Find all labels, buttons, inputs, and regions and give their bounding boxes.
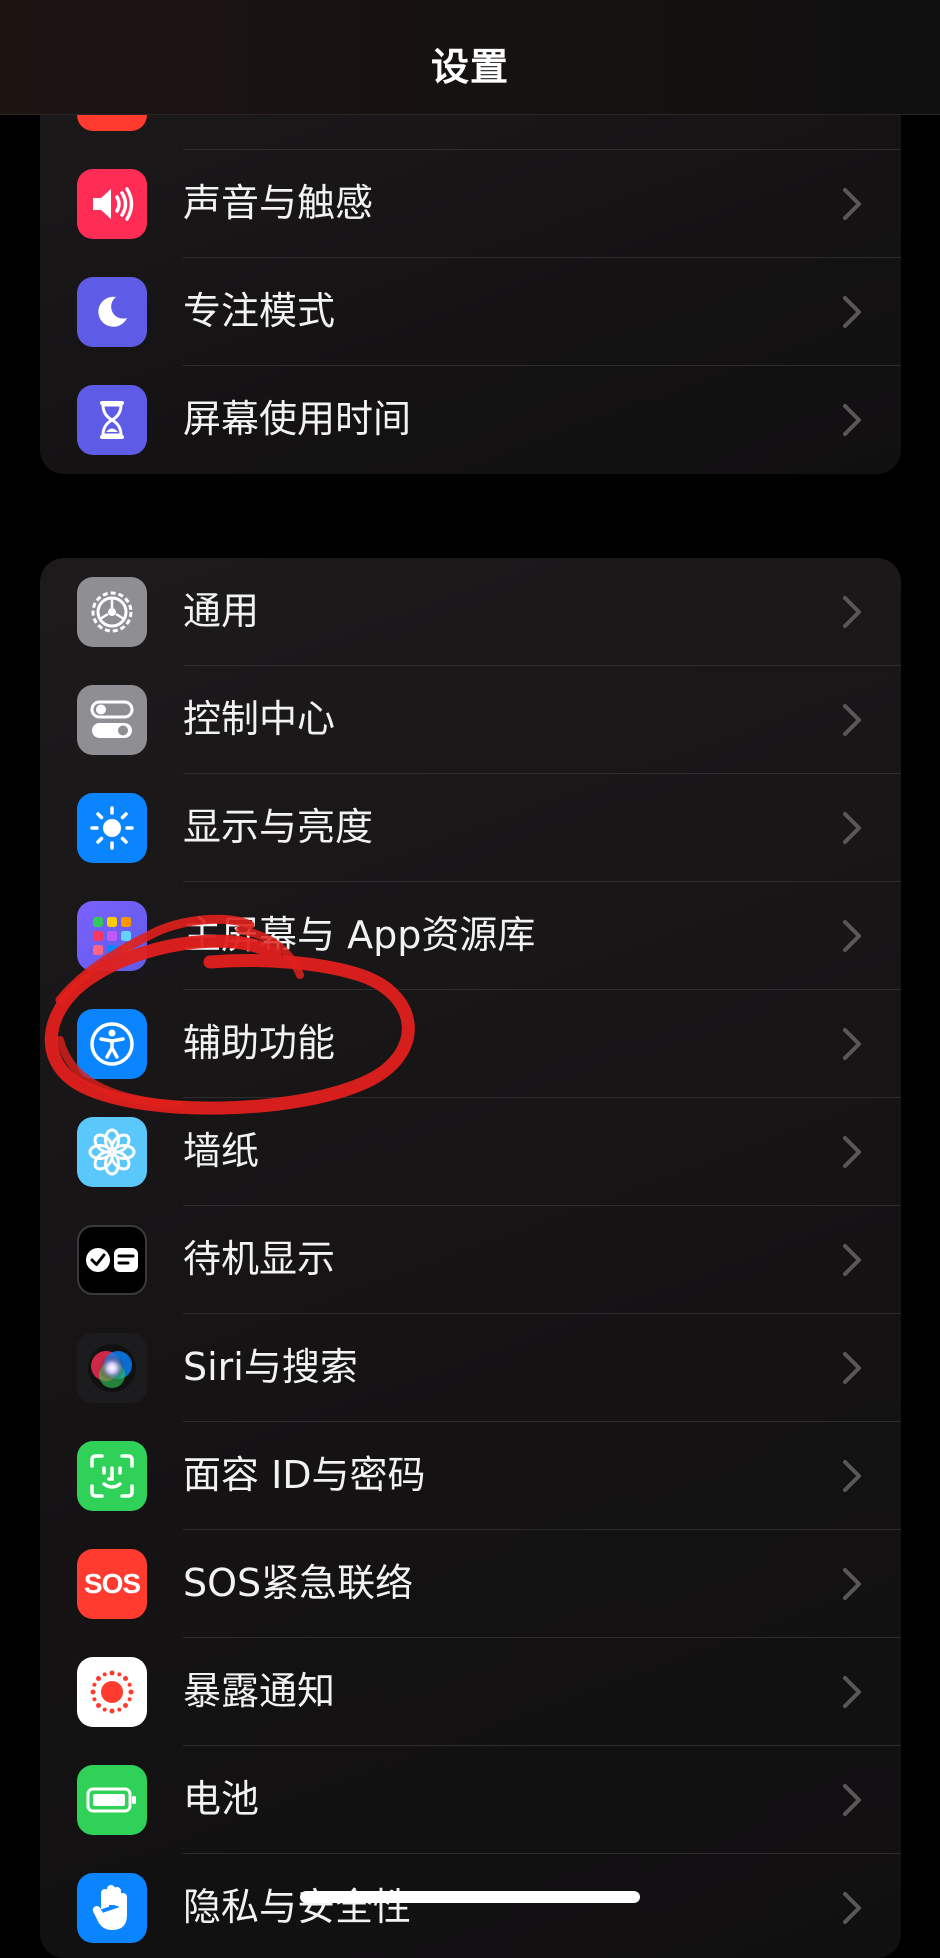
chevron-right-icon bbox=[843, 812, 861, 844]
sun-icon bbox=[77, 793, 147, 863]
page-title: 设置 bbox=[430, 45, 509, 89]
settings-item-label: 屏幕使用时间 bbox=[183, 397, 412, 441]
chevron-right-icon bbox=[843, 920, 861, 952]
chevron-right-icon bbox=[843, 1244, 861, 1276]
settings-group-2: 通用 控制中心 显示与亮度 主屏幕与 App资源库 辅助功能 墙纸 待机显示 S… bbox=[40, 558, 901, 1958]
exposure-icon bbox=[77, 1657, 147, 1727]
settings-item-general[interactable]: 通用 bbox=[40, 558, 901, 666]
settings-item-label: 辅助功能 bbox=[183, 1021, 336, 1065]
chevron-right-icon bbox=[843, 1676, 861, 1708]
settings-item-screen-time[interactable]: 屏幕使用时间 bbox=[40, 366, 901, 474]
hand-icon bbox=[77, 1873, 147, 1943]
settings-item-label: 主屏幕与 App资源库 bbox=[183, 913, 536, 957]
settings-item-wallpaper[interactable]: 墙纸 bbox=[40, 1098, 901, 1206]
settings-item-label: 通用 bbox=[183, 589, 260, 633]
settings-item-sounds-haptics[interactable]: 声音与触感 bbox=[40, 150, 901, 258]
toggles-icon bbox=[77, 685, 147, 755]
settings-item-label: 暴露通知 bbox=[183, 1669, 336, 1713]
settings-item-home-screen-app-library[interactable]: 主屏幕与 App资源库 bbox=[40, 882, 901, 990]
chevron-right-icon bbox=[843, 596, 861, 628]
speaker-wave-icon bbox=[77, 169, 147, 239]
chevron-right-icon bbox=[843, 1028, 861, 1060]
battery-icon bbox=[77, 1765, 147, 1835]
settings-item-accessibility[interactable]: 辅助功能 bbox=[40, 990, 901, 1098]
chevron-right-icon bbox=[843, 1460, 861, 1492]
sos-icon-text: SOS bbox=[83, 1568, 141, 1599]
settings-item-label: Siri与搜索 bbox=[183, 1345, 358, 1389]
navigation-bar: 设置 bbox=[0, 0, 940, 115]
flower-icon bbox=[77, 1117, 147, 1187]
chevron-right-icon bbox=[843, 1784, 861, 1816]
sos-icon: SOS bbox=[77, 1549, 147, 1619]
settings-item-label: 专注模式 bbox=[183, 289, 336, 333]
settings-item-display-brightness[interactable]: 显示与亮度 bbox=[40, 774, 901, 882]
settings-item-control-center[interactable]: 控制中心 bbox=[40, 666, 901, 774]
settings-item-label: SOS紧急联络 bbox=[183, 1561, 414, 1605]
chevron-right-icon bbox=[843, 704, 861, 736]
settings-item-label: 控制中心 bbox=[183, 697, 336, 741]
home-indicator[interactable] bbox=[300, 1891, 640, 1903]
settings-item-label: 声音与触感 bbox=[183, 181, 374, 225]
settings-item-privacy-security[interactable]: 隐私与安全性 bbox=[40, 1854, 901, 1958]
chevron-right-icon bbox=[843, 1568, 861, 1600]
chevron-right-icon bbox=[843, 404, 861, 436]
settings-item-siri-search[interactable]: Siri与搜索 bbox=[40, 1314, 901, 1422]
settings-item-emergency-sos[interactable]: SOS SOS紧急联络 bbox=[40, 1530, 901, 1638]
settings-item-battery[interactable]: 电池 bbox=[40, 1746, 901, 1854]
settings-item-face-id-passcode[interactable]: 面容 ID与密码 bbox=[40, 1422, 901, 1530]
chevron-right-icon bbox=[843, 1136, 861, 1168]
settings-item-label: 墙纸 bbox=[183, 1129, 260, 1173]
gear-icon bbox=[77, 577, 147, 647]
settings-item-label: 显示与亮度 bbox=[183, 805, 374, 849]
settings-item-standby[interactable]: 待机显示 bbox=[40, 1206, 901, 1314]
hourglass-icon bbox=[77, 385, 147, 455]
chevron-right-icon bbox=[843, 296, 861, 328]
settings-item-exposure-notifications[interactable]: 暴露通知 bbox=[40, 1638, 901, 1746]
standby-icon bbox=[77, 1225, 147, 1295]
app-grid-icon bbox=[77, 901, 147, 971]
moon-icon bbox=[77, 277, 147, 347]
chevron-right-icon bbox=[843, 1892, 861, 1924]
face-id-icon bbox=[77, 1441, 147, 1511]
settings-item-focus[interactable]: 专注模式 bbox=[40, 258, 901, 366]
siri-icon bbox=[77, 1333, 147, 1403]
chevron-right-icon bbox=[843, 188, 861, 220]
accessibility-icon bbox=[77, 1009, 147, 1079]
settings-item-label: 面容 ID与密码 bbox=[183, 1453, 426, 1497]
settings-item-label: 电池 bbox=[183, 1777, 260, 1821]
settings-item-label: 待机显示 bbox=[183, 1237, 336, 1281]
chevron-right-icon bbox=[843, 1352, 861, 1384]
